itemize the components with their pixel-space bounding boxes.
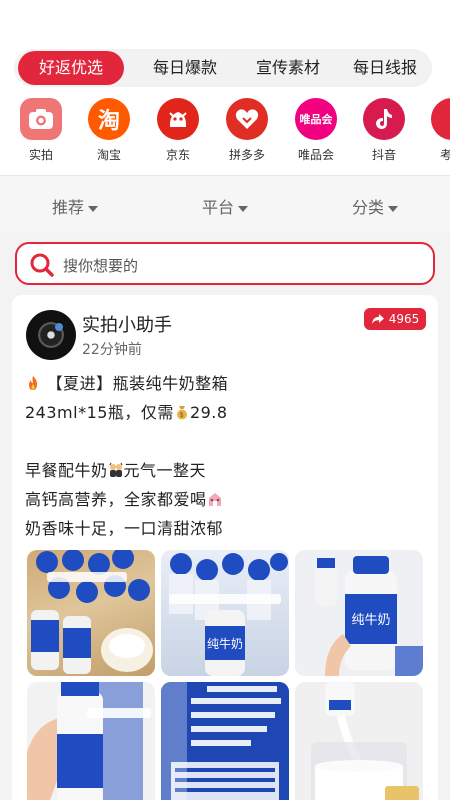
milk-label-photo-icon: [161, 682, 289, 800]
platform-label: 抖音: [371, 148, 396, 162]
tab-promo-material[interactable]: 宣传素材: [239, 51, 337, 85]
tab-haofan-youxuan[interactable]: 好返优选: [18, 51, 124, 85]
post-line: 243ml*15瓶，仅需 $29.8: [25, 398, 425, 427]
platform-label: 拼多多: [228, 148, 265, 162]
douyin-icon: [363, 98, 405, 140]
lens-highlight: [55, 323, 63, 331]
camera-icon: [20, 98, 62, 140]
platform-label: 淘宝: [96, 148, 121, 162]
post-line: 早餐配牛奶 元气一整天: [25, 456, 425, 485]
avatar[interactable]: [26, 310, 76, 360]
tab-daily-deals[interactable]: 每日线报: [336, 51, 434, 85]
milk-hand-photo-icon: 纯牛奶: [315, 556, 423, 676]
filter-label: 推荐: [52, 198, 85, 217]
post-image[interactable]: [295, 682, 423, 800]
search-icon: [29, 252, 55, 282]
pinduoduo-icon: [226, 98, 268, 140]
platform-item-taobao[interactable]: 淘 淘宝: [79, 98, 139, 163]
share-arrow-icon: [371, 314, 384, 324]
vipshop-icon: 唯品会: [295, 98, 337, 140]
post-line-text: 高钙高营养，全家都爱喝: [25, 490, 207, 509]
svg-text:纯牛奶: 纯牛奶: [351, 613, 390, 628]
svg-text:纯牛奶: 纯牛奶: [207, 636, 243, 651]
post-image[interactable]: 纯牛奶: [295, 550, 423, 676]
post-line: 高钙高营养，全家都爱喝: [25, 485, 425, 514]
post-text: 【夏进】瓶装纯牛奶整箱 243ml*15瓶，仅需 $29.8 早餐配牛奶 元气一整天…: [25, 369, 425, 543]
filter-category[interactable]: 分类: [352, 194, 399, 218]
fire-icon: [29, 376, 37, 390]
caret-down-icon: [88, 205, 99, 212]
post-line-text: 【夏进】瓶装纯牛奶整箱: [46, 374, 229, 393]
milk-bottles-photo-icon: 纯牛奶: [169, 553, 288, 676]
post-card[interactable]: 实拍小助手 22分钟前 4965 【夏进】瓶装纯牛奶整箱 243ml*15瓶，仅…: [12, 295, 438, 800]
jd-icon: [157, 98, 199, 140]
platform-row: 实拍 淘 淘宝 京东 拼多多 唯品会 唯品会 抖音 考: [0, 98, 450, 168]
caret-down-icon: [388, 205, 399, 212]
platform-item-douyin[interactable]: 抖音: [354, 98, 414, 163]
post-line: 奶香味十足，一口清甜浓郁: [25, 514, 425, 543]
filter-bar: 推荐 平台 分类: [0, 176, 450, 232]
post-image[interactable]: [27, 550, 155, 676]
tab-daily-hot[interactable]: 每日爆款: [136, 51, 234, 85]
post-image[interactable]: 纯牛奶: [161, 550, 289, 676]
filter-platform[interactable]: 平台: [202, 194, 249, 218]
platform-label: 考: [440, 148, 450, 162]
price-text: 29.8: [189, 403, 228, 422]
platform-item-shipai[interactable]: 实拍: [11, 98, 71, 163]
platform-item-kaola[interactable]: 考: [422, 98, 450, 163]
post-line: 【夏进】瓶装纯牛奶整箱: [25, 369, 425, 398]
platform-label: 唯品会: [297, 148, 334, 162]
svg-text:$: $: [179, 411, 184, 419]
platform-label: 实拍: [28, 148, 53, 162]
milk-bottle-hand-photo-icon: [27, 682, 151, 800]
twins-icon: [109, 462, 122, 477]
milk-pouring-photo-icon: [311, 682, 419, 800]
platform-item-jd[interactable]: 京东: [148, 98, 208, 163]
filter-label: 平台: [202, 198, 235, 217]
taobao-icon: 淘: [88, 98, 130, 140]
search-placeholder: 搜你想要的: [63, 257, 139, 275]
milk-box-photo-icon: [27, 550, 155, 676]
share-count: 4965: [388, 312, 420, 326]
search-input[interactable]: 搜你想要的: [15, 242, 435, 285]
caret-down-icon: [238, 205, 249, 212]
filter-label: 分类: [352, 198, 385, 217]
platform-label: 京东: [165, 148, 190, 162]
post-line-text: 早餐配牛奶: [25, 461, 108, 480]
post-image[interactable]: [27, 682, 155, 800]
platform-item-vipshop[interactable]: 唯品会 唯品会: [286, 98, 346, 163]
post-line-text: 奶香味十足，一口清甜浓郁: [25, 519, 224, 538]
kaola-icon: [431, 98, 450, 140]
post-author[interactable]: 实拍小助手: [82, 311, 172, 337]
family-house-icon: [208, 493, 221, 506]
money-bag-icon: $: [176, 406, 187, 420]
top-tab-bar: 好返优选 每日爆款 宣传素材 每日线报: [14, 49, 432, 87]
post-image[interactable]: [161, 682, 289, 800]
filter-recommend[interactable]: 推荐: [52, 194, 99, 218]
share-button[interactable]: 4965: [364, 308, 426, 330]
post-time: 22分钟前: [82, 342, 142, 358]
post-line-text: 元气一整天: [123, 461, 207, 480]
platform-item-pinduoduo[interactable]: 拼多多: [217, 98, 277, 163]
post-line-text: 243ml*15瓶，仅需: [25, 403, 174, 422]
